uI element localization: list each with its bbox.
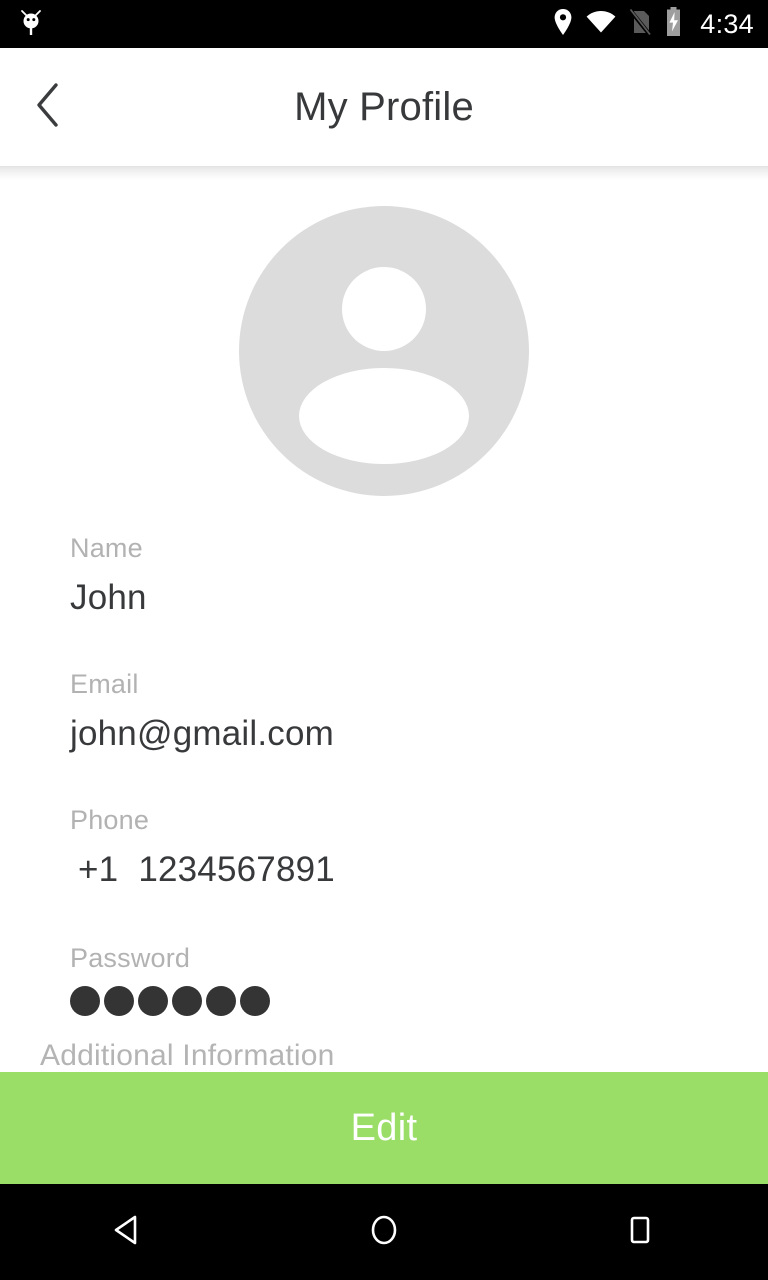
- nav-home-button[interactable]: [256, 1184, 512, 1280]
- password-dot: [138, 986, 168, 1016]
- edit-button-label: Edit: [350, 1106, 418, 1149]
- password-dot: [240, 986, 270, 1016]
- field-value-email: john@gmail.com: [70, 714, 334, 753]
- status-bar: 4:34: [0, 0, 768, 48]
- nav-recents-square-icon: [621, 1211, 659, 1254]
- field-label-password: Password: [70, 943, 191, 973]
- location-pin-icon: [553, 8, 573, 41]
- phone-country-code: +1: [78, 850, 119, 889]
- status-bar-system-icons: 4:34: [553, 7, 754, 41]
- android-bug-icon: [18, 7, 44, 42]
- back-button[interactable]: [0, 48, 96, 166]
- nav-back-button[interactable]: [0, 1184, 256, 1280]
- additional-information-heading: Additional Information: [40, 1039, 335, 1072]
- field-label-phone: Phone: [70, 805, 150, 835]
- field-name[interactable]: Name John: [70, 533, 768, 617]
- password-dot: [172, 986, 202, 1016]
- nav-back-triangle-icon: [109, 1211, 147, 1254]
- status-bar-notifications: [18, 7, 44, 42]
- phone-screen: 4:34 My Profile Name John Email john@gma…: [0, 0, 768, 1280]
- app-bar-shadow-divider: [0, 166, 768, 180]
- android-navigation-bar: [0, 1184, 768, 1280]
- avatar-container: [0, 180, 768, 501]
- page-title: My Profile: [294, 84, 474, 129]
- app-bar: My Profile: [0, 48, 768, 166]
- no-sim-card-icon: [628, 8, 652, 41]
- nav-home-circle-icon: [365, 1211, 403, 1254]
- profile-content: Name John Email john@gmail.com Phone +1 1…: [0, 180, 768, 1072]
- field-email[interactable]: Email john@gmail.com: [70, 669, 768, 753]
- edit-button[interactable]: Edit: [0, 1072, 768, 1184]
- password-dot: [104, 986, 134, 1016]
- field-label-name: Name: [70, 533, 143, 563]
- nav-recents-button[interactable]: [512, 1184, 768, 1280]
- field-value-name: John: [70, 578, 147, 617]
- password-dot: [70, 986, 100, 1016]
- field-phone[interactable]: Phone +1 1234567891: [70, 805, 768, 888]
- field-password[interactable]: Password: [70, 945, 768, 1016]
- profile-fields: Name John Email john@gmail.com Phone +1 1…: [0, 535, 768, 1016]
- chevron-left-icon: [33, 80, 63, 135]
- phone-number: 1234567891: [138, 850, 335, 889]
- field-value-password-masked: [70, 986, 768, 1016]
- field-label-email: Email: [70, 669, 139, 699]
- password-dot: [206, 986, 236, 1016]
- status-bar-clock: 4:34: [700, 8, 754, 39]
- person-avatar-placeholder-icon[interactable]: [239, 206, 529, 501]
- wifi-icon: [586, 10, 616, 39]
- field-value-phone: +1 1234567891: [70, 852, 768, 887]
- battery-charging-icon: [664, 7, 683, 41]
